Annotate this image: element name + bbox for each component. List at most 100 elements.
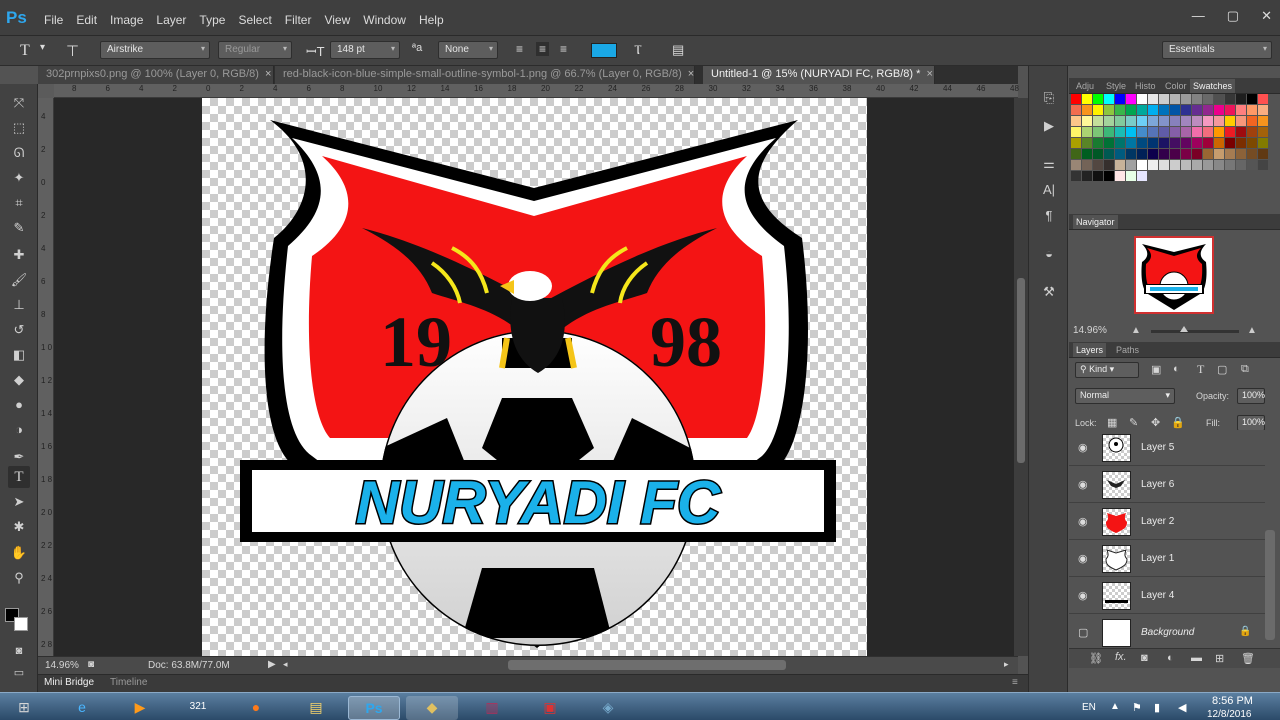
eyedropper-tool-icon[interactable]: ✎ [8,217,30,239]
play-icon[interactable]: ▶ [268,659,276,670]
swatch[interactable] [1137,160,1147,170]
swatch[interactable] [1170,105,1180,115]
swatch[interactable] [1247,105,1257,115]
swatch[interactable] [1247,94,1257,104]
swatch[interactable] [1082,171,1092,181]
winrar-icon[interactable]: ▥ [466,696,518,720]
clone-stamp-tool-icon[interactable]: ⊥ [8,294,30,316]
type-tool-icon[interactable]: T [20,42,30,60]
add-mask-icon[interactable]: ◙ [1141,652,1148,664]
tab-adjustments[interactable]: Adju [1073,79,1097,93]
close-icon[interactable]: × [688,68,694,80]
swatch[interactable] [1258,105,1268,115]
filter-shape-icon[interactable]: ▢ [1217,363,1227,376]
image-app-icon[interactable]: ◆ [406,696,458,720]
swatch[interactable] [1181,116,1191,126]
paint-bucket-tool-icon[interactable]: ◆ [8,369,30,391]
language-indicator[interactable]: EN [1082,702,1096,713]
swatch[interactable] [1071,94,1081,104]
eraser-tool-icon[interactable]: ◧ [8,344,30,366]
tab-color[interactable]: Color [1162,79,1190,93]
layer-row[interactable]: ◉ Layer 5 [1069,430,1265,466]
swatch[interactable] [1104,160,1114,170]
eye-icon[interactable]: ◉ [1078,589,1088,602]
swatch[interactable] [1115,105,1125,115]
tab-timeline[interactable]: Timeline [110,677,147,688]
blur-tool-icon[interactable]: ● [8,394,30,416]
vertical-scroll-thumb[interactable] [1017,278,1025,463]
swatch[interactable] [1236,138,1246,148]
file-explorer-icon[interactable]: ▤ [290,696,342,720]
swatch[interactable] [1214,105,1224,115]
magic-wand-tool-icon[interactable]: ✦ [8,167,30,189]
swatch[interactable] [1170,160,1180,170]
lock-image-icon[interactable]: ✎ [1129,416,1138,429]
tab-histogram[interactable]: Histo [1132,79,1159,93]
swatch[interactable] [1214,138,1224,148]
swatch[interactable] [1137,116,1147,126]
status-icon[interactable]: ◙ [88,659,94,670]
swatch[interactable] [1203,127,1213,137]
dodge-tool-icon[interactable]: ◑ [8,419,30,441]
type-tool-icon[interactable]: T [8,466,30,488]
lock-transparent-icon[interactable]: ▦ [1107,416,1117,429]
swatch[interactable] [1258,138,1268,148]
swatch[interactable] [1148,94,1158,104]
swatch[interactable] [1170,94,1180,104]
font-family-select[interactable]: Airstrike ▾ [100,41,210,59]
adjustments-icon[interactable]: ◒ [1037,246,1061,266]
navigator-zoom-slider[interactable] [1151,326,1239,333]
swatch[interactable] [1115,116,1125,126]
swatch[interactable] [1236,149,1246,159]
swatch[interactable] [1159,149,1169,159]
firefox-icon[interactable]: ● [230,696,282,720]
menu-edit[interactable]: Edit [76,13,97,27]
swatch[interactable] [1236,94,1246,104]
swatch[interactable] [1225,149,1235,159]
swatch[interactable] [1104,116,1114,126]
menu-file[interactable]: File [44,13,63,27]
horizontal-ruler[interactable]: 8 6 4 2 0 2 4 6 8 10 12 14 16 18 20 22 24 26 28 30 32 34 36 38 4… [54,84,1019,98]
swatch[interactable] [1093,105,1103,115]
swatch[interactable] [1181,138,1191,148]
pen-tool-icon[interactable]: ✒ [8,446,30,468]
swatch[interactable] [1203,160,1213,170]
swatch[interactable] [1159,160,1169,170]
volume-icon[interactable]: ◀ [1178,701,1186,714]
swatch[interactable] [1148,116,1158,126]
menu-layer[interactable]: Layer [156,13,186,27]
tray-expand-icon[interactable]: ▲ [1110,701,1120,712]
swatch[interactable] [1148,160,1158,170]
document-canvas[interactable]: 19 98 NURYADI FC [202,98,867,656]
swatch[interactable] [1236,116,1246,126]
swatch[interactable] [1203,94,1213,104]
swatch[interactable] [1137,171,1147,181]
swatch[interactable] [1170,149,1180,159]
swatch[interactable] [1137,94,1147,104]
swatch[interactable] [1170,127,1180,137]
swatch[interactable] [1126,105,1136,115]
navigator-thumbnail[interactable] [1134,236,1214,314]
character-panel-icon[interactable]: ▤ [672,42,684,58]
swatch[interactable] [1126,149,1136,159]
swatch[interactable] [1148,105,1158,115]
layer-row[interactable]: ◉ Layer 6 [1069,467,1265,503]
swatch[interactable] [1115,160,1125,170]
filter-smart-object-icon[interactable]: ⧉ [1241,363,1249,376]
swatch[interactable] [1104,149,1114,159]
swatch[interactable] [1148,149,1158,159]
workspace-select[interactable]: Essentials ▾ [1162,41,1272,59]
swatch[interactable] [1203,149,1213,159]
swatch[interactable] [1181,149,1191,159]
flag-icon[interactable]: ⚑ [1132,701,1142,714]
filter-type-icon[interactable]: T [1197,362,1204,377]
swatch[interactable] [1082,138,1092,148]
history-panel-icon[interactable]: ⎘ [1037,90,1061,110]
menu-help[interactable]: Help [419,13,444,27]
swatch[interactable] [1093,138,1103,148]
swatch[interactable] [1225,127,1235,137]
swatch[interactable] [1071,105,1081,115]
swatch[interactable] [1247,138,1257,148]
background-color-swatch[interactable] [14,617,28,631]
close-button[interactable]: ✕ [1261,8,1272,24]
